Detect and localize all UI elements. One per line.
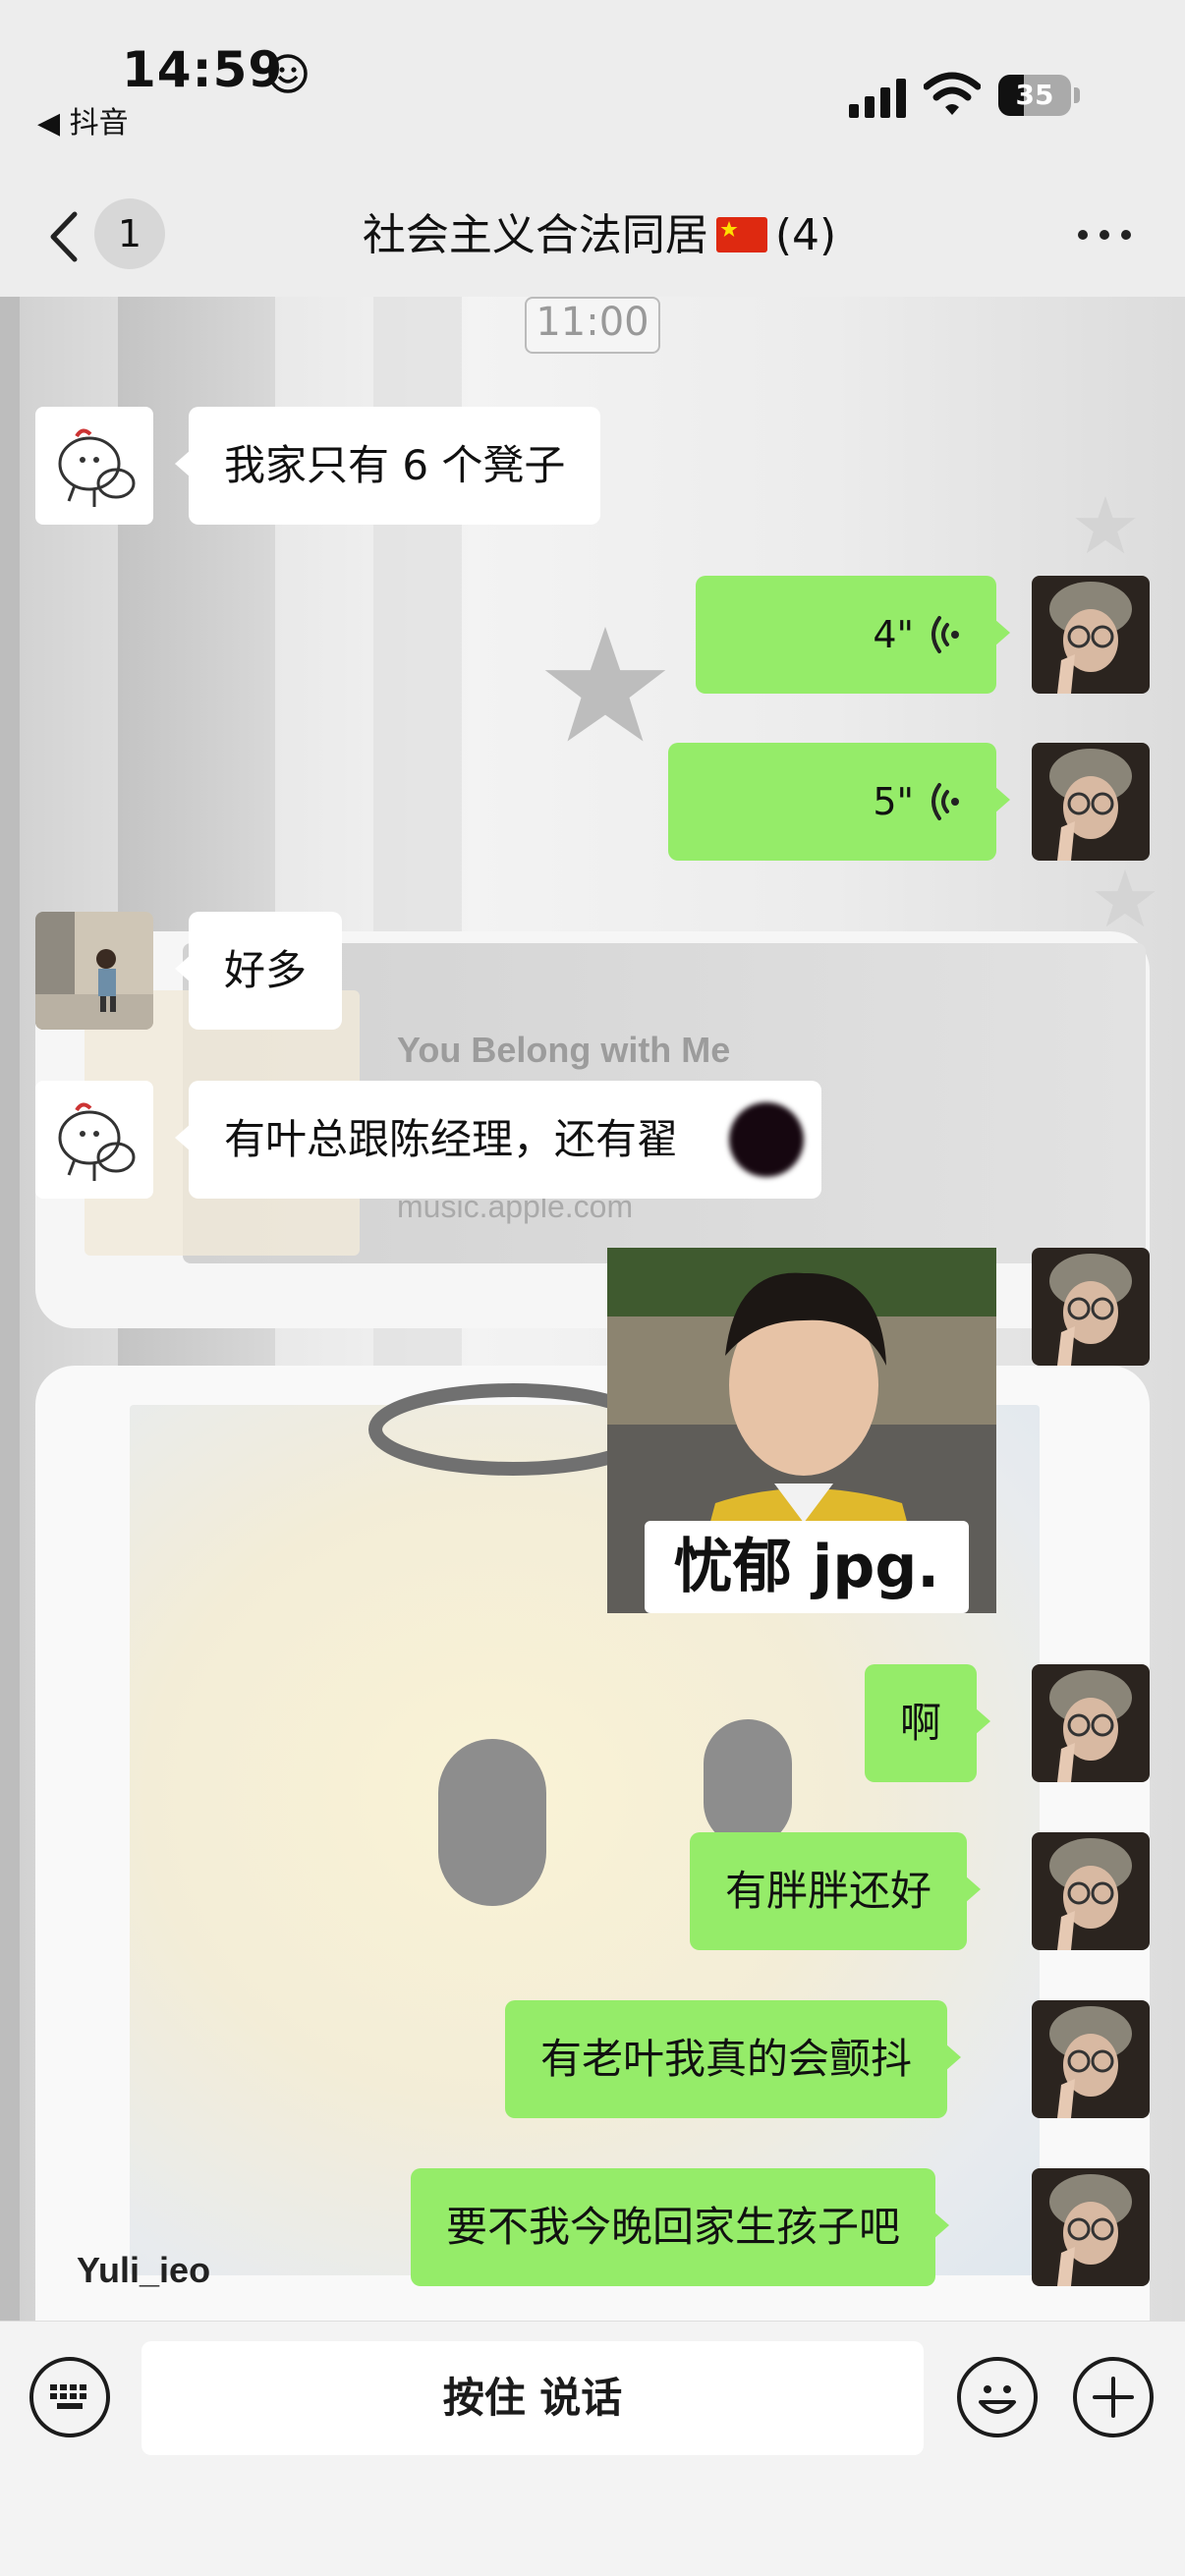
background-music-title: You Belong with Me <box>397 1030 731 1070</box>
sticker-caption: 忧郁 jpg. <box>645 1521 969 1613</box>
china-flag-icon <box>715 217 767 252</box>
wallpaper-stripe <box>0 297 20 2321</box>
chat-header: 1 社会主义合法同居 (4) <box>0 177 1185 297</box>
battery-indicator: 35 <box>998 75 1080 116</box>
avatar-self[interactable] <box>1032 576 1150 694</box>
more-options-icon[interactable] <box>1075 220 1134 250</box>
self-photo-icon <box>1032 2000 1150 2118</box>
avatar-self[interactable] <box>1032 1248 1150 1366</box>
message-bubble-sent[interactable]: 啊 <box>865 1664 991 1782</box>
back-to-app-link[interactable]: ◀ 抖音 <box>37 98 129 141</box>
voice-duration: 5" <box>873 780 914 823</box>
chat-title-name: 社会主义合法同居 <box>362 210 708 260</box>
star-decoration-icon <box>1075 495 1136 554</box>
voice-wave-icon <box>931 616 959 653</box>
message-bubble-received[interactable]: 好多 <box>174 912 343 1030</box>
avatar-child-photo[interactable] <box>35 912 153 1030</box>
voice-duration: 4" <box>873 613 914 656</box>
add-more-button[interactable] <box>1073 2357 1154 2437</box>
message-bubble-received[interactable]: 有叶总跟陈经理，还有翟 <box>175 1081 821 1199</box>
self-photo-icon <box>1032 743 1150 861</box>
input-toolbar: 按住 说话 <box>0 2321 1185 2576</box>
avatar-self[interactable] <box>1032 1664 1150 1782</box>
message-bubble-sent[interactable]: 要不我今晚回家生孩子吧 <box>411 2168 950 2286</box>
timestamp-tag: 11:00 <box>525 297 660 354</box>
self-photo-icon <box>1032 1248 1150 1366</box>
keyboard-toggle-button[interactable] <box>29 2357 110 2437</box>
dog-cartoon-icon <box>58 428 136 507</box>
chat-member-count: (4) <box>774 210 837 260</box>
message-text: 有叶总跟陈经理，还有翟 <box>224 1115 679 1163</box>
battery-percent: 35 <box>1015 79 1054 111</box>
self-photo-icon <box>1032 2168 1150 2286</box>
message-bubble-sent[interactable]: 有胖胖还好 <box>690 1832 982 1950</box>
chat-message-list[interactable]: You Belong with Me music.apple.com Yuli_… <box>0 297 1185 2321</box>
voice-wave-icon <box>931 783 959 820</box>
child-photo-icon <box>35 912 153 1030</box>
status-bar: 14:59 ◀ 抖音 35 <box>0 0 1185 177</box>
voice-message-bubble[interactable]: 4" <box>696 576 1010 694</box>
message-bubble-sent[interactable]: 有老叶我真的会颤抖 <box>505 2000 962 2118</box>
chat-title: 社会主义合法同居 (4) <box>295 198 904 273</box>
keyboard-icon <box>50 2384 86 2409</box>
avatar-dog-cartoon[interactable] <box>35 407 153 525</box>
plus-icon <box>1093 2377 1134 2418</box>
back-chevron-icon[interactable] <box>39 202 88 271</box>
unread-count-badge[interactable]: 1 <box>94 198 165 269</box>
hold-to-talk-button[interactable]: 按住 说话 <box>141 2341 924 2455</box>
cellular-signal-icon <box>849 79 906 118</box>
self-photo-icon <box>1032 576 1150 694</box>
self-photo-icon <box>1032 1832 1150 1950</box>
avatar-dog-cartoon[interactable] <box>35 1081 153 1199</box>
sticker-image-message[interactable]: 忧郁 jpg. <box>607 1248 996 1613</box>
status-time: 14:59 <box>122 41 284 98</box>
voice-message-bubble[interactable]: 5" <box>668 743 1010 861</box>
self-photo-icon <box>1032 1664 1150 1782</box>
star-decoration-icon <box>1095 868 1156 927</box>
avatar-self[interactable] <box>1032 1832 1150 1950</box>
smiley-icon <box>268 54 308 93</box>
avatar-self[interactable] <box>1032 2168 1150 2286</box>
emoji-button[interactable] <box>957 2357 1038 2437</box>
star-decoration-icon <box>544 626 666 742</box>
message-bubble-received[interactable]: 我家只有 6 个凳子 <box>174 407 601 525</box>
censor-blot <box>729 1102 804 1177</box>
avatar-self[interactable] <box>1032 2000 1150 2118</box>
wifi-icon <box>924 72 981 115</box>
avatar-self[interactable] <box>1032 743 1150 861</box>
background-card-username: Yuli_ieo <box>77 2250 211 2290</box>
emoji-icon <box>979 2385 1016 2414</box>
dog-cartoon-icon <box>58 1102 136 1181</box>
